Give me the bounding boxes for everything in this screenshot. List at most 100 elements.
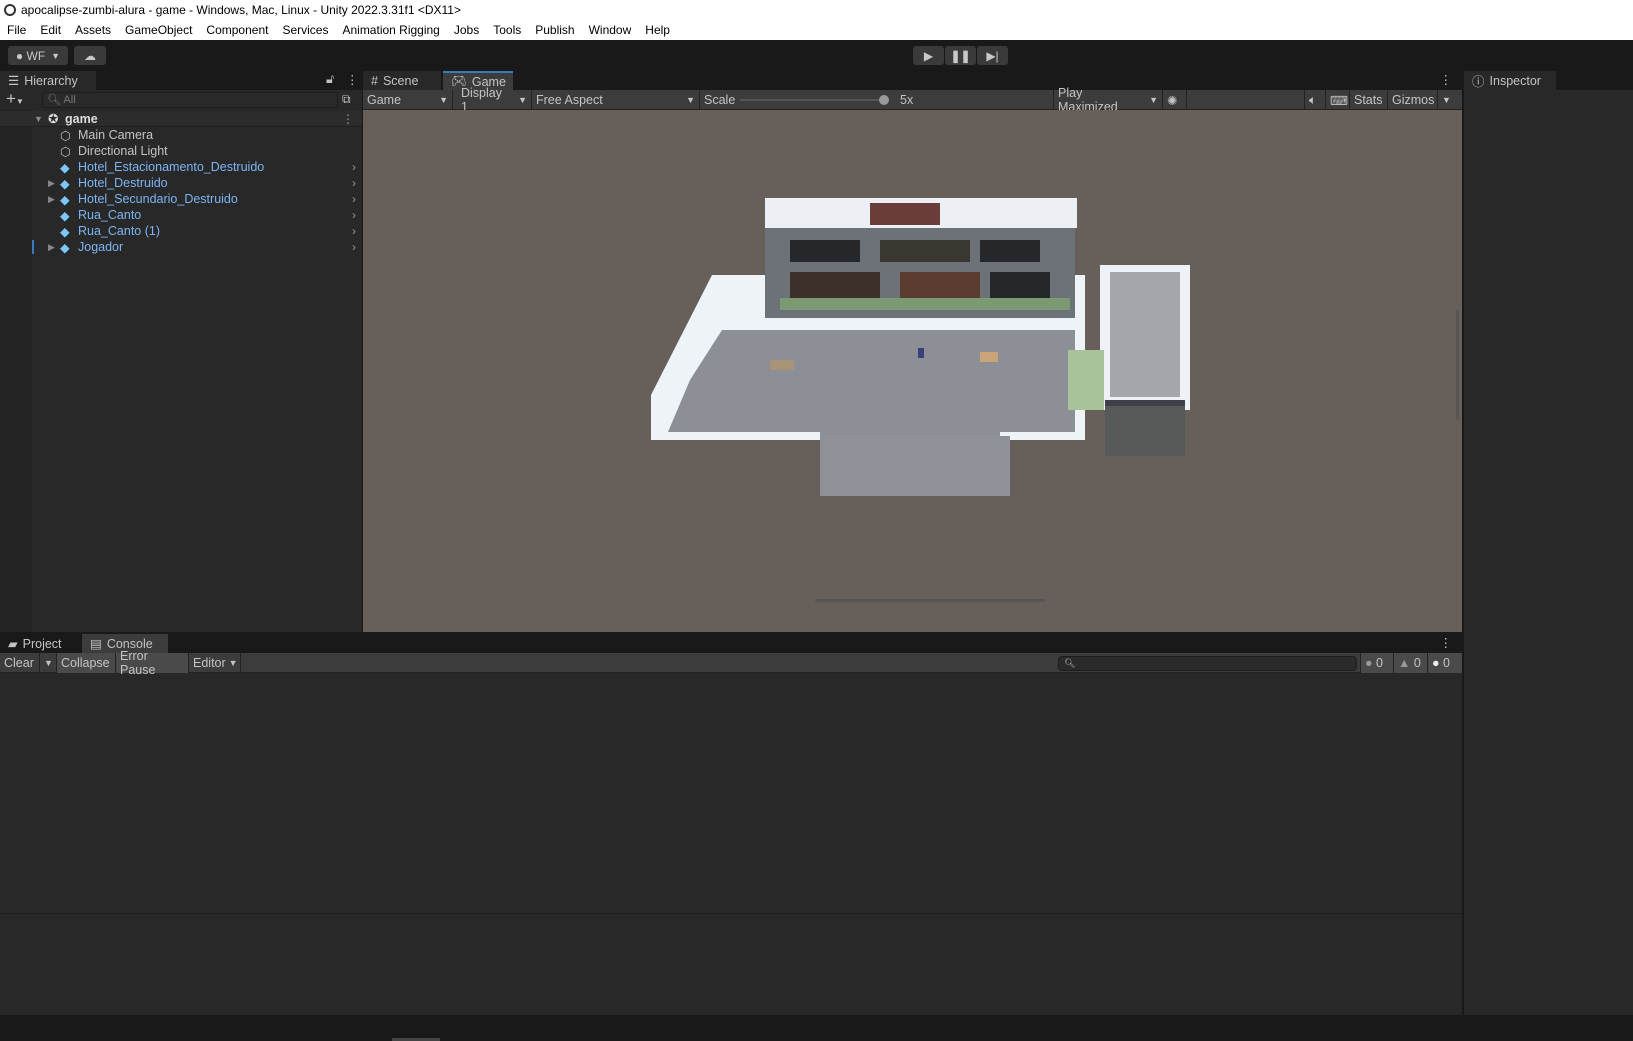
more-options-icon[interactable]: ⋮ bbox=[346, 72, 359, 87]
pause-button[interactable]: ❚❚ bbox=[945, 46, 976, 65]
hierarchy-item[interactable]: ▶ ◆ Hotel_Secundario_Destruido › bbox=[0, 191, 362, 207]
menu-file[interactable]: File bbox=[7, 23, 26, 37]
model-prefab-icon: ◆ bbox=[60, 160, 70, 175]
console-search-input[interactable]: 🔍︎ bbox=[1058, 656, 1357, 671]
account-icon: ● bbox=[15, 48, 27, 63]
shortcuts-button[interactable]: ⌨ bbox=[1326, 90, 1350, 110]
scale-slider[interactable]: Scale 5x bbox=[700, 90, 1063, 110]
hierarchy-search-input[interactable]: 🔍︎ All bbox=[42, 92, 338, 108]
mute-audio-button[interactable]: 🔈︎ bbox=[1304, 90, 1326, 110]
unity-logo-icon bbox=[4, 4, 16, 16]
list-icon: ☰ bbox=[8, 74, 20, 88]
more-options-icon[interactable]: ⋮ bbox=[1440, 72, 1453, 87]
prefab-icon: ◆ bbox=[60, 224, 70, 239]
error-icon: ● bbox=[1432, 656, 1440, 670]
folder-icon: ▰ bbox=[8, 637, 18, 651]
more-options-icon[interactable]: ⋮ bbox=[1440, 635, 1453, 650]
play-mode-dropdown[interactable]: Play Maximized ▼ bbox=[1053, 86, 1163, 114]
hierarchy-item[interactable]: ▶ ◆ Jogador › bbox=[0, 239, 362, 255]
menu-assets[interactable]: Assets bbox=[75, 23, 111, 37]
clear-options-dropdown[interactable]: ▼ bbox=[40, 653, 57, 673]
expand-arrow-icon[interactable]: ▶ bbox=[48, 178, 55, 189]
expand-arrow-icon[interactable]: ▶ bbox=[48, 194, 55, 205]
console-icon: ▤ bbox=[90, 637, 102, 651]
cloud-button[interactable]: ☁ bbox=[74, 46, 106, 65]
cloud-icon: ☁ bbox=[84, 48, 96, 63]
menu-bar: File Edit Assets GameObject Component Se… bbox=[0, 20, 1633, 40]
account-dropdown[interactable]: ● WF ▼ bbox=[8, 46, 68, 65]
menu-jobs[interactable]: Jobs bbox=[454, 23, 479, 37]
gizmos-dropdown[interactable]: ▼ bbox=[1438, 90, 1462, 110]
menu-publish[interactable]: Publish bbox=[535, 23, 574, 37]
hierarchy-panel: ☰ Hierarchy 🔓︎ ⋮ +▼ 🔍︎ All ⧉ ▼ ✪ game ⋮ ⬡… bbox=[0, 70, 362, 632]
editor-dropdown[interactable]: Editor ▼ bbox=[189, 653, 241, 673]
vertical-scrollbar[interactable] bbox=[1456, 310, 1459, 420]
chevron-right-icon[interactable]: › bbox=[352, 176, 356, 190]
play-button[interactable]: ▶ bbox=[913, 46, 944, 65]
console-detail-area bbox=[0, 914, 1462, 1015]
menu-animation-rigging[interactable]: Animation Rigging bbox=[342, 23, 439, 37]
menu-tools[interactable]: Tools bbox=[493, 23, 521, 37]
hierarchy-item[interactable]: ▶ ◆ Hotel_Destruido › bbox=[0, 175, 362, 191]
add-button[interactable]: +▼ bbox=[6, 90, 24, 111]
lock-icon[interactable]: 🔓︎ bbox=[326, 72, 334, 87]
game-render bbox=[651, 198, 1190, 496]
inspector-panel: ⓘ Inspector bbox=[1464, 70, 1633, 1015]
console-log-list[interactable] bbox=[0, 674, 1462, 913]
menu-component[interactable]: Component bbox=[206, 23, 268, 37]
step-icon: ▶| bbox=[986, 48, 999, 63]
debug-button[interactable]: ✺ bbox=[1163, 90, 1187, 110]
hierarchy-item[interactable]: ◆ Hotel_Estacionamento_Destruido › bbox=[0, 159, 362, 175]
hierarchy-item[interactable]: ⬡ Directional Light bbox=[0, 143, 362, 159]
prefab-icon: ◆ bbox=[60, 240, 70, 255]
scene-visibility-icon[interactable]: ⧉ bbox=[342, 92, 351, 107]
chevron-right-icon[interactable]: › bbox=[352, 240, 356, 254]
gizmos-button[interactable]: Gizmos bbox=[1388, 90, 1438, 110]
scene-menu-icon[interactable]: ⋮ bbox=[342, 112, 354, 126]
collapse-toggle[interactable]: Collapse bbox=[57, 653, 116, 673]
tab-hierarchy[interactable]: ☰ Hierarchy bbox=[0, 71, 96, 90]
game-view[interactable] bbox=[363, 110, 1462, 632]
display-dropdown[interactable]: Display 1 ▼ bbox=[453, 86, 532, 114]
menu-window[interactable]: Window bbox=[589, 23, 632, 37]
model-prefab-icon: ◆ bbox=[60, 192, 70, 207]
game-panel: # Scene 🎮︎ Game ⋮ Game ▼ Display 1 ▼ Free As… bbox=[363, 70, 1462, 632]
expand-arrow-icon[interactable]: ▶ bbox=[48, 242, 55, 253]
hierarchy-item[interactable]: ◆ Rua_Canto › bbox=[0, 207, 362, 223]
hierarchy-item[interactable]: ⬡ Main Camera bbox=[0, 127, 362, 143]
stats-button[interactable]: Stats bbox=[1350, 90, 1388, 110]
speaker-icon: 🔈︎ bbox=[1309, 92, 1317, 107]
hierarchy-item[interactable]: ◆ Rua_Canto (1) › bbox=[0, 223, 362, 239]
info-icon: ⓘ bbox=[1472, 75, 1485, 89]
step-button[interactable]: ▶| bbox=[977, 46, 1008, 65]
console-toolbar: Clear ▼ Collapse Error Pause Editor ▼ 🔍︎ … bbox=[0, 649, 1462, 677]
info-filter-toggle[interactable]: ● 0 bbox=[1360, 653, 1394, 673]
gameobject-icon: ⬡ bbox=[60, 128, 71, 143]
bug-icon: ✺ bbox=[1167, 93, 1178, 108]
menu-edit[interactable]: Edit bbox=[40, 23, 61, 37]
game-mode-dropdown[interactable]: Game ▼ bbox=[363, 90, 453, 110]
slider-thumb[interactable] bbox=[879, 95, 889, 105]
menu-help[interactable]: Help bbox=[645, 23, 670, 37]
menu-gameobject[interactable]: GameObject bbox=[125, 23, 192, 37]
chevron-right-icon[interactable]: › bbox=[352, 208, 356, 222]
clear-button[interactable]: Clear bbox=[0, 653, 40, 673]
prefab-icon: ◆ bbox=[60, 208, 70, 223]
horizontal-scrollbar[interactable] bbox=[815, 599, 1045, 602]
error-pause-toggle[interactable]: Error Pause bbox=[116, 649, 189, 677]
status-bar bbox=[0, 1015, 1633, 1041]
chevron-right-icon[interactable]: › bbox=[352, 224, 356, 238]
scene-root-row[interactable]: ▼ ✪ game ⋮ bbox=[0, 111, 362, 127]
tab-inspector[interactable]: ⓘ Inspector bbox=[1464, 71, 1556, 90]
menu-services[interactable]: Services bbox=[282, 23, 328, 37]
aspect-dropdown[interactable]: Free Aspect ▼ bbox=[532, 90, 700, 110]
search-icon: 🔍︎ bbox=[1064, 658, 1076, 668]
chevron-right-icon[interactable]: › bbox=[352, 192, 356, 206]
warning-filter-toggle[interactable]: ▲ 0 bbox=[1394, 653, 1428, 673]
tab-scene[interactable]: # Scene bbox=[363, 71, 441, 90]
chevron-right-icon[interactable]: › bbox=[352, 160, 356, 174]
game-toolbar: Game ▼ Display 1 ▼ Free Aspect ▼ Scale 5x P… bbox=[363, 86, 1462, 114]
tab-project[interactable]: ▰ Project bbox=[0, 634, 80, 653]
error-filter-toggle[interactable]: ● 0 bbox=[1428, 653, 1462, 673]
info-bubble-icon: ● bbox=[1365, 656, 1373, 670]
